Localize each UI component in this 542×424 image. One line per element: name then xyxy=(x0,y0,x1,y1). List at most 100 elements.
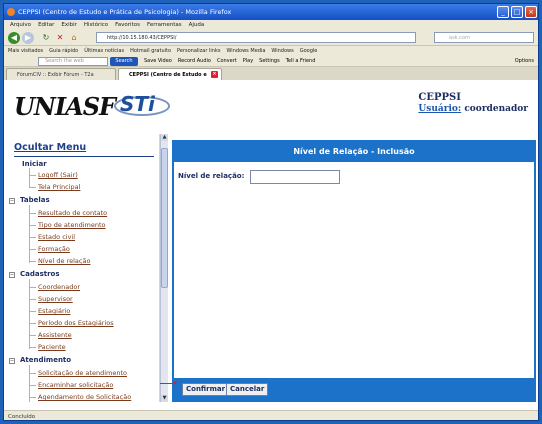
tab-ceppsi[interactable]: CEPPSI (Centro de Estudo e Práti... × xyxy=(118,68,222,90)
convert-button[interactable]: Convert xyxy=(217,56,237,67)
section-tabelas: Tabelas xyxy=(20,196,50,204)
page-content: UNIASF STi CEPPSI Usuário: coordenador O… xyxy=(4,80,538,410)
tree-stub xyxy=(29,187,36,188)
sidebar-item-encaminhar-solicitacao[interactable]: Encaminhar solicitação xyxy=(38,381,113,389)
sidebar-item-paciente[interactable]: Paciente xyxy=(38,343,66,351)
sidebar-item-logoff[interactable]: Logoff (Sair) xyxy=(38,171,78,179)
tree-stub xyxy=(29,213,36,214)
search-input[interactable]: ask.com xyxy=(434,32,534,43)
maximize-button[interactable]: □ xyxy=(511,6,523,18)
tab-bar: FórumCIV :: Exibir Fórum - T2a CEPPSI (C… xyxy=(4,67,538,90)
forward-icon[interactable]: ▶ xyxy=(22,32,34,44)
tree-stub xyxy=(29,249,36,250)
sidebar-item-agendamento-solicitacao[interactable]: Agendamento de Solicitação xyxy=(38,393,131,401)
form-heading: Nível de Relação - Inclusão xyxy=(174,142,534,162)
sidebar-item-coordenador[interactable]: Coordenador xyxy=(38,283,80,291)
scrollbar-thumb[interactable] xyxy=(161,148,168,288)
addon-toolbar: Search the web Search Save Video Record … xyxy=(4,56,538,67)
sidebar-item-tipo-atendimento[interactable]: Tipo de atendimento xyxy=(38,221,106,229)
menu-exibir[interactable]: Exibir xyxy=(61,20,77,30)
sti-logo: STi xyxy=(114,92,170,116)
tree-stub xyxy=(29,261,36,262)
firefox-icon xyxy=(7,8,15,16)
tree-stub xyxy=(29,175,36,176)
bookmark-item[interactable]: Hotmail gratuito xyxy=(130,46,171,56)
sidebar-item-estado-civil[interactable]: Estado civil xyxy=(38,233,75,241)
confirm-button[interactable]: Confirmar xyxy=(182,383,230,396)
browser-window: CEPPSI (Centro de Estudo e Prática de Ps… xyxy=(3,3,539,421)
bookmark-item[interactable]: Windows xyxy=(271,46,293,56)
bookmark-item[interactable]: Mais visitados xyxy=(8,46,43,56)
minimize-button[interactable]: _ xyxy=(497,6,509,18)
logo-ring xyxy=(114,96,170,116)
options-button[interactable]: Options xyxy=(515,56,534,67)
bookmark-item[interactable]: Guia rápido xyxy=(49,46,78,56)
user-line: Usuário: coordenador xyxy=(418,104,528,114)
home-icon[interactable]: ⌂ xyxy=(68,32,80,44)
bookmark-item[interactable]: Google xyxy=(300,46,318,56)
save-video-button[interactable]: Save Video xyxy=(144,56,172,67)
menu-arquivo[interactable]: Arquivo xyxy=(10,20,31,30)
sidebar-item-solicitacao-atendimento[interactable]: Solicitação de atendimento xyxy=(38,369,127,377)
close-button[interactable]: × xyxy=(525,6,537,18)
collapse-icon[interactable]: − xyxy=(9,272,15,278)
back-icon[interactable]: ◀ xyxy=(8,32,20,44)
play-button[interactable]: Play xyxy=(243,56,253,67)
collapse-icon[interactable]: − xyxy=(9,198,15,204)
scroll-up-icon[interactable]: ▲ xyxy=(161,134,168,141)
system-name: CEPPSI xyxy=(418,92,461,103)
pointer-arrow-icon xyxy=(160,381,177,385)
menu-historico[interactable]: Histórico xyxy=(84,20,108,30)
tree-stub xyxy=(29,237,36,238)
tree-stub xyxy=(29,287,36,288)
tree-stub xyxy=(29,335,36,336)
collapse-icon[interactable]: − xyxy=(9,358,15,364)
tree-stub xyxy=(29,311,36,312)
tree-stub xyxy=(29,323,36,324)
record-audio-button[interactable]: Record Audio xyxy=(178,56,211,67)
sidebar-item-formacao[interactable]: Formação xyxy=(38,245,70,253)
user-label[interactable]: Usuário: xyxy=(418,104,461,114)
settings-button[interactable]: Settings xyxy=(259,56,280,67)
bookmark-item[interactable]: Personalizar links xyxy=(177,46,220,56)
sidebar-item-periodo-estagiarios[interactable]: Período dos Estagiários xyxy=(38,319,114,327)
tree-stub xyxy=(29,299,36,300)
sidebar-item-supervisor[interactable]: Supervisor xyxy=(38,295,73,303)
nivel-relacao-label: Nível de relação: xyxy=(178,172,245,180)
sidebar-divider xyxy=(14,156,154,157)
sidebar-item-estagiario[interactable]: Estagiário xyxy=(38,307,70,315)
cancel-button[interactable]: Cancelar xyxy=(226,383,269,396)
menu-editar[interactable]: Editar xyxy=(38,20,54,30)
menu-ferramentas[interactable]: Ferramentas xyxy=(147,20,182,30)
sidebar-item-nivel-relacao[interactable]: Nível de relação xyxy=(38,257,90,265)
sidebar-item-resultado-contato[interactable]: Resultado de contato xyxy=(38,209,107,217)
sidebar-scrollbar[interactable]: ▲ ▼ xyxy=(160,134,168,402)
bookmark-item[interactable]: Últimas notícias xyxy=(84,46,124,56)
form-footer: Confirmar Cancelar xyxy=(174,378,534,400)
url-input[interactable]: http://10.15.180.43/CEPPSI/ xyxy=(96,32,416,43)
menu-ajuda[interactable]: Ajuda xyxy=(189,20,205,30)
hide-menu-link[interactable]: Ocultar Menu xyxy=(14,142,86,153)
reload-icon[interactable]: ↻ xyxy=(40,32,52,44)
nivel-relacao-input[interactable] xyxy=(250,170,340,184)
tree-stub xyxy=(29,347,36,348)
addon-search-button[interactable]: Search xyxy=(110,57,138,66)
system-info: CEPPSI Usuário: coordenador xyxy=(418,92,528,114)
navigation-toolbar: ◀ ▶ ↻ ✕ ⌂ http://10.15.180.43/CEPPSI/ as… xyxy=(4,30,538,46)
section-cadastros: Cadastros xyxy=(20,270,60,278)
scroll-down-icon[interactable]: ▼ xyxy=(161,395,168,402)
sidebar-item-tela-principal[interactable]: Tela Principal xyxy=(38,183,80,191)
menu-favoritos[interactable]: Favoritos xyxy=(115,20,140,30)
sidebar-item-assistente[interactable]: Assistente xyxy=(38,331,72,339)
bookmark-item[interactable]: Windows Media xyxy=(226,46,265,56)
tab-forum[interactable]: FórumCIV :: Exibir Fórum - T2a xyxy=(6,68,116,80)
tree-stub xyxy=(29,225,36,226)
addon-search-input[interactable]: Search the web xyxy=(38,57,108,66)
stop-icon[interactable]: ✕ xyxy=(54,32,66,44)
status-bar: Concluído xyxy=(4,410,538,420)
form-panel: Nível de Relação - Inclusão Nível de rel… xyxy=(172,140,536,402)
tree-stub xyxy=(29,373,36,374)
close-tab-icon[interactable]: × xyxy=(211,71,218,78)
tell-friend-button[interactable]: Tell a Friend xyxy=(286,56,316,67)
tree-stub xyxy=(29,385,36,386)
